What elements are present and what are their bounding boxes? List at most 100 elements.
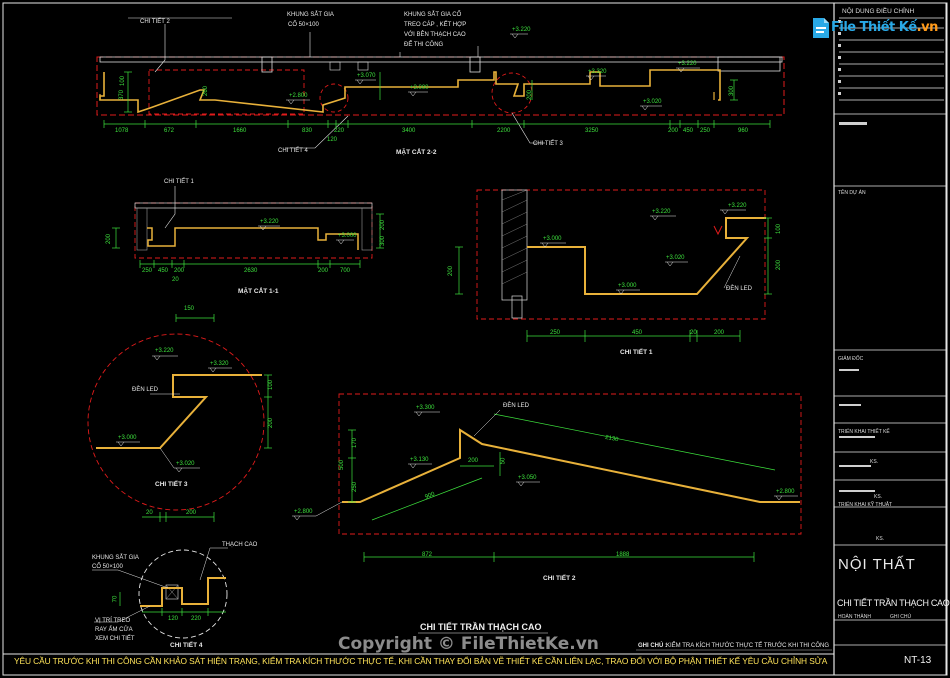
section-1-1-title: MẶT CẮT 1-1 <box>238 288 279 295</box>
level-2-2: +3.020 <box>643 99 662 105</box>
drawing-frame <box>2 2 948 676</box>
label-detail-4-steel-frame-size: CỐ 50×100 <box>92 564 123 570</box>
label-detail-2-callout: CHI TIẾT 2 <box>140 19 170 25</box>
level-1-1: +3.000 <box>338 233 357 239</box>
dim-detail-2: 200 <box>468 458 479 464</box>
label-steel-frame-size: CỐ 50×100 <box>288 22 319 28</box>
vdim-2-2: 300 <box>729 85 736 97</box>
vdim-detail-3: 100 <box>268 379 275 391</box>
label-steel-frame: KHUNG SẮT GIA <box>287 12 334 18</box>
note-label: GHI CHÚ : <box>638 643 667 649</box>
dim-2-2: 200 <box>668 128 679 134</box>
detail-2 <box>292 393 802 562</box>
detail-1-title: CHI TIẾT 1 <box>620 349 653 356</box>
level-2-2: +3.070 <box>357 73 376 79</box>
dim-2-2: 450 <box>683 128 694 134</box>
level-detail-1: +3.000 <box>618 283 637 289</box>
label-position-2: RAY ẤM CỬA <box>95 627 133 633</box>
vdim-detail-3: 200 <box>268 417 275 429</box>
dim-2-2: 1660 <box>233 128 247 134</box>
dim-2-2: 250 <box>700 128 711 134</box>
label-steel-frame-note-4: ĐỂ THI CÔNG <box>404 42 444 48</box>
dim-detail-1: 450 <box>632 330 643 336</box>
cad-drawing <box>2 2 948 676</box>
dim-detail-3: 20 <box>146 510 153 516</box>
detail-3-title: CHI TIẾT 3 <box>155 481 188 488</box>
dim-detail-2: 872 <box>422 552 433 558</box>
footer-note: YÊU CẦU TRƯỚC KHI THI CÔNG CẦN KHẢO SÁT … <box>14 656 828 666</box>
dim-detail-2: 1888 <box>616 552 630 558</box>
dim-detail-2: 50 <box>500 457 507 465</box>
scale-label: GHI CHÚ <box>890 614 912 620</box>
designer-label: TRIỂN KHAI THIẾT KẾ <box>838 429 890 435</box>
dim-1-1: 200 <box>318 268 329 274</box>
title-block-lines <box>834 17 946 646</box>
vdim-1-1: 200 <box>380 219 387 231</box>
label-steel-frame-note-1: KHUNG SẮT GIA CỐ <box>404 12 462 18</box>
level-2-2: +3.220 <box>512 27 531 33</box>
level-2-2: +3.320 <box>588 69 607 75</box>
level-detail-2: +2.800 <box>776 489 795 495</box>
dim-1-1: 450 <box>158 268 169 274</box>
dim-2-2: 120 <box>327 137 338 143</box>
drawing-title: CHI TIẾT TRẦN THẠCH CAO <box>837 598 950 608</box>
dim-1-1: 250 <box>142 268 153 274</box>
label-detail-4-steel-frame: KHUNG SẮT GIA <box>92 555 139 561</box>
title-block-bars <box>838 20 875 492</box>
project-name-label: TÊN DỰ ÁN <box>838 190 866 196</box>
label-steel-frame-note-3: VỚI BÊN THẠCH CAO <box>404 32 466 38</box>
level-detail-1: +3.220 <box>652 209 671 215</box>
dim-detail-4: 220 <box>191 616 202 622</box>
section-1-1 <box>112 186 384 268</box>
dim-2-2: 672 <box>164 128 175 134</box>
sheet-number: NT-13 <box>904 655 932 666</box>
dim-2-2: 1078 <box>115 128 129 134</box>
company-name: NỘI THẤT <box>838 556 916 573</box>
vdim-detail-1: 200 <box>448 265 455 277</box>
vdim-2-2: 200 <box>527 89 534 101</box>
detail-4-title: CHI TIẾT 4 <box>170 642 203 649</box>
label-gypsum: THẠCH CAO <box>222 542 258 548</box>
label-detail-4-callout: CHI TIẾT 4 <box>278 148 308 154</box>
dim-detail-3: 200 <box>186 510 197 516</box>
dim-2-2: 3250 <box>585 128 599 134</box>
dim-1-1: 700 <box>340 268 351 274</box>
ks-2: KS. <box>874 494 883 500</box>
vdim-detail-1: 100 <box>776 223 783 235</box>
supervisor-label: GIÁM ĐỐC <box>838 356 864 362</box>
dim-detail-1: 200 <box>714 330 725 336</box>
main-title: CHI TIẾT TRẦN THẠCH CAO <box>420 622 542 632</box>
ks-3: KS. <box>876 536 885 542</box>
label-led-detail-3: ĐÈN LED <box>132 387 159 393</box>
level-detail-3: +3.320 <box>210 361 229 367</box>
level-detail-3: +3.220 <box>155 348 174 354</box>
copyright-watermark: Copyright © FileThietKe.vn <box>338 634 599 654</box>
dim-1-1: 20 <box>172 277 179 283</box>
detail-1 <box>455 189 772 342</box>
label-position-3: XEM CHI TIẾT <box>95 636 135 642</box>
dim-detail-4: 120 <box>168 616 179 622</box>
level-detail-2: +3.050 <box>518 475 537 481</box>
detail-3 <box>87 314 272 522</box>
detail-2-title: CHI TIẾT 2 <box>543 575 576 582</box>
drafter-label: TRIỂN KHAI KỸ THUẬT <box>838 502 893 508</box>
vdim-detail-2: 500 <box>339 459 346 471</box>
level-detail-1: +3.000 <box>543 236 562 242</box>
label-led-detail-1: ĐÈN LED <box>726 286 753 292</box>
vdim-2-2: 370 <box>119 89 126 101</box>
dim-2-2: 220 <box>334 128 345 134</box>
label-position-1: VỊ TRÍ TREO <box>95 618 131 624</box>
vdim-1-1: 200 <box>106 233 113 245</box>
level-2-2: +3.220 <box>678 61 697 67</box>
note-text: KIỂM TRA KÍCH THƯỚC THỰC TẾ TRƯỚC KHI TH… <box>666 643 830 649</box>
dim-2-2: 3400 <box>402 128 416 134</box>
level-detail-1-top: +3.220 <box>728 203 747 209</box>
level-2-2: +2.800 <box>289 93 308 99</box>
dim-detail-1: 20 <box>690 330 697 336</box>
label-steel-frame-note-2: TREO CÁP , KẾT HỢP <box>404 22 467 28</box>
dim-2-2: 2200 <box>497 128 511 134</box>
dim-1-1: 200 <box>174 268 185 274</box>
level-detail-1: +3.020 <box>666 255 685 261</box>
vdim-detail-2: 250 <box>352 481 359 493</box>
dim-1-1: 2630 <box>244 268 258 274</box>
